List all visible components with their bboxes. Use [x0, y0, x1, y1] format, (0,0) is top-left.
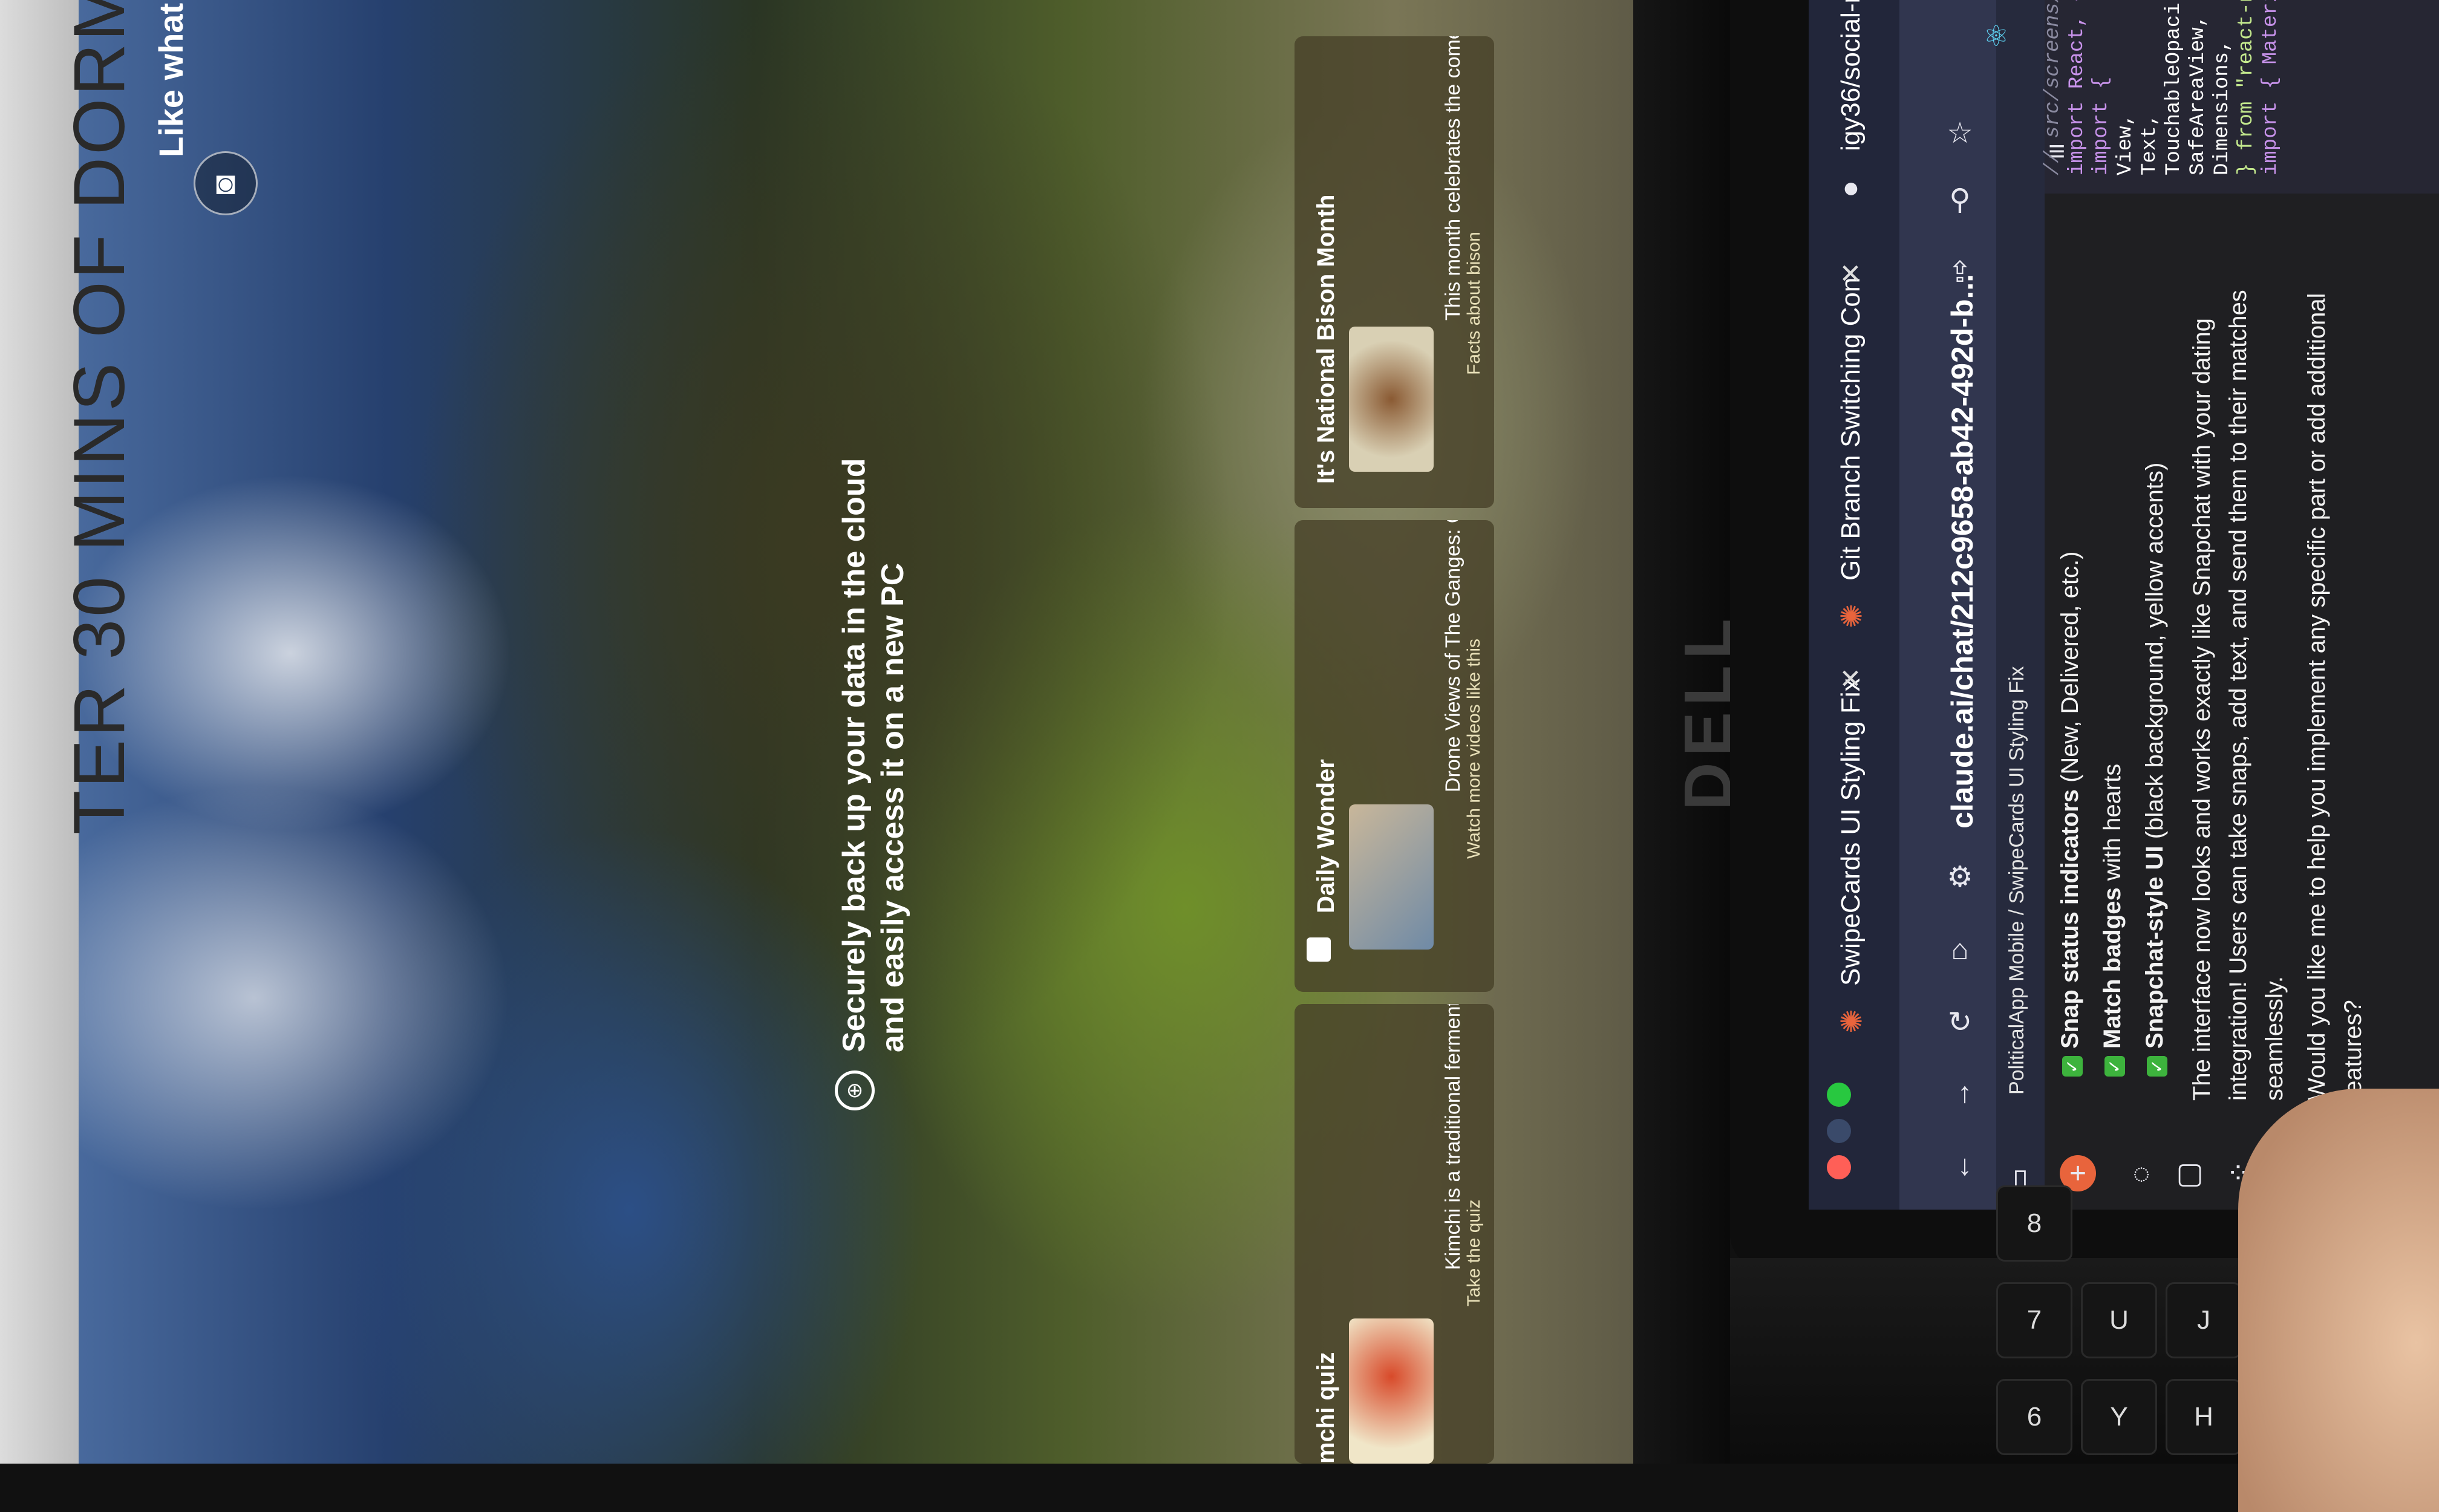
- para-line: The interface now looks and works exactl…: [2189, 318, 2215, 1101]
- card-title: Daily Wonder: [1313, 759, 1339, 913]
- code-line: import {: [2090, 76, 2113, 175]
- site-settings-icon[interactable]: ⚙: [1942, 859, 1978, 895]
- key[interactable]: H: [2166, 1379, 2242, 1455]
- check-icon: ✓: [2104, 1056, 2125, 1077]
- bison-thumbnail: [1349, 327, 1434, 472]
- maximize-window-button[interactable]: [1827, 1083, 1851, 1107]
- kimchi-thumbnail: [1349, 1318, 1434, 1464]
- backup-line-2: and easily access it on a new PC: [875, 562, 910, 1052]
- check-icon: ✓: [2062, 1056, 2083, 1077]
- tab-close-icon[interactable]: ✕: [1836, 667, 1867, 689]
- claude-tab-icon: ✺: [1838, 1006, 1864, 1038]
- like-what-you-see-text[interactable]: Like what y: [151, 0, 191, 157]
- ganges-thumbnail: [1349, 804, 1434, 950]
- bullet-match-badges: ✓ Match badges with hearts: [2099, 764, 2126, 1077]
- claude-tab-icon-2: ✺: [1838, 601, 1864, 633]
- globe-icon: ⊕: [835, 1070, 875, 1110]
- github-tab-icon: ●: [1842, 171, 1860, 204]
- card-body: Drone Views of The Ganges: Captivating V…: [1442, 520, 1464, 792]
- chat-bubble-icon[interactable]: ◌: [2123, 1155, 2160, 1191]
- tab-close-icon-2[interactable]: ✕: [1836, 262, 1867, 284]
- card-title: mchi quiz: [1313, 1352, 1339, 1464]
- hand-in-frame: [2238, 1089, 2439, 1512]
- reload-icon[interactable]: ↻: [1942, 1004, 1978, 1040]
- close-window-button[interactable]: [1827, 1155, 1851, 1179]
- video-icon: [1307, 937, 1331, 962]
- key[interactable]: 8: [1996, 1185, 2072, 1262]
- code-line: } from "react-nat: [2235, 0, 2258, 175]
- card-body: Kimchi is a traditional fermented food f…: [1442, 1004, 1464, 1270]
- key[interactable]: U: [2081, 1282, 2157, 1358]
- response-paragraph-2: Would you like me to help you implement …: [2299, 293, 2371, 1101]
- home-icon[interactable]: ⌂: [1942, 931, 1978, 968]
- widget-card-daily-wonder[interactable]: Daily Wonder Drone Views of The Ganges: …: [1295, 520, 1494, 992]
- back-arrow-icon[interactable]: ←: [1942, 1149, 1978, 1185]
- zoom-icon[interactable]: ⚲: [1942, 181, 1978, 218]
- dormancy-sign-text: TER 30 MINS OF DORMANCY.: [59, 0, 140, 835]
- backup-line-1: Securely back up your data in the cloud: [837, 458, 872, 1052]
- code-line: View,: [2114, 113, 2137, 175]
- card-title: It's National Bison Month: [1313, 194, 1339, 484]
- para-line: seamlessly.: [2261, 976, 2288, 1101]
- code-line: // src/screens/: [2042, 0, 2065, 175]
- bullet-bold: Snap status indicators: [2057, 789, 2083, 1049]
- para-line: features?: [2340, 1000, 2366, 1101]
- forward-arrow-icon[interactable]: →: [1942, 1077, 1978, 1113]
- response-paragraph-1: The interface now looks and works exactl…: [2184, 290, 2293, 1101]
- card-link[interactable]: Facts about bison: [1464, 232, 1484, 375]
- para-line: Would you like me to help you implement …: [2304, 293, 2330, 1101]
- code-line: Text,: [2138, 113, 2161, 175]
- widget-card-kimchi-quiz[interactable]: mchi quiz Kimchi is a traditional fermen…: [1295, 1004, 1494, 1464]
- bullet-rest: (New, Delivered, etc.): [2057, 551, 2083, 790]
- bullet-rest: with hearts: [2099, 763, 2126, 888]
- external-monitor: TER 30 MINS OF DORMANCY. Like what y ◙ S…: [0, 0, 1670, 1464]
- card-link[interactable]: Take the quiz: [1464, 1199, 1484, 1306]
- code-line: TouchableOpaci: [2163, 2, 2186, 175]
- code-line: import { Materia: [2259, 0, 2282, 175]
- camera-icon[interactable]: ◙: [194, 151, 258, 215]
- react-icon: ⚛: [1983, 21, 2010, 53]
- bullet-bold: Snapchat-style UI: [2141, 846, 2168, 1049]
- tab-swipecards[interactable]: SwipeCards UI Styling Fix: [1836, 678, 1866, 986]
- code-line: import React, {: [2066, 0, 2089, 175]
- breadcrumb[interactable]: PoliticalApp Mobile / SwipeCards UI Styl…: [2005, 666, 2029, 1095]
- code-line: SafeAreaView,: [2187, 15, 2210, 175]
- key[interactable]: 6: [1996, 1379, 2072, 1455]
- bullet-snapchat-ui: ✓ Snapchat-style UI (black background, ye…: [2141, 463, 2169, 1077]
- bullet-snap-status: ✓ Snap status indicators (New, Delivered,…: [2057, 552, 2084, 1077]
- check-icon: ✓: [2147, 1056, 2167, 1077]
- key[interactable]: 7: [1996, 1282, 2072, 1358]
- para-line: integration! Users can take snaps, add t…: [2225, 290, 2251, 1101]
- bullet-bold: Match badges: [2099, 887, 2126, 1049]
- tab-github-repo[interactable]: igy36/social-m: [1836, 0, 1866, 151]
- backup-promo[interactable]: Securely back up your data in the cloud …: [835, 458, 912, 1052]
- card-body: This month celebrates the comeback of th…: [1440, 36, 1466, 321]
- bookmark-star-icon[interactable]: ☆: [1942, 115, 1978, 151]
- bullet-rest: (black background, yellow accents): [2141, 462, 2168, 846]
- tab-git-branch[interactable]: Git Branch Switching Con: [1836, 278, 1866, 581]
- key[interactable]: J: [2166, 1282, 2242, 1358]
- browser-window: ✺ SwipeCards UI Styling Fix ✕ ✺ Git Bran…: [1809, 0, 2439, 1210]
- code-line: Dimensions,: [2211, 39, 2234, 175]
- key[interactable]: Y: [2081, 1379, 2157, 1455]
- projects-icon[interactable]: ▢: [2172, 1155, 2208, 1191]
- card-link[interactable]: Watch more videos like this: [1464, 639, 1484, 859]
- url-field[interactable]: claude.ai/chat/212c9658-ab42-492d-b...: [1945, 274, 1980, 829]
- widget-card-bison[interactable]: It's National Bison Month This month cel…: [1295, 36, 1494, 508]
- share-icon[interactable]: ⇪: [1942, 254, 1978, 290]
- minimize-window-button[interactable]: [1827, 1119, 1851, 1143]
